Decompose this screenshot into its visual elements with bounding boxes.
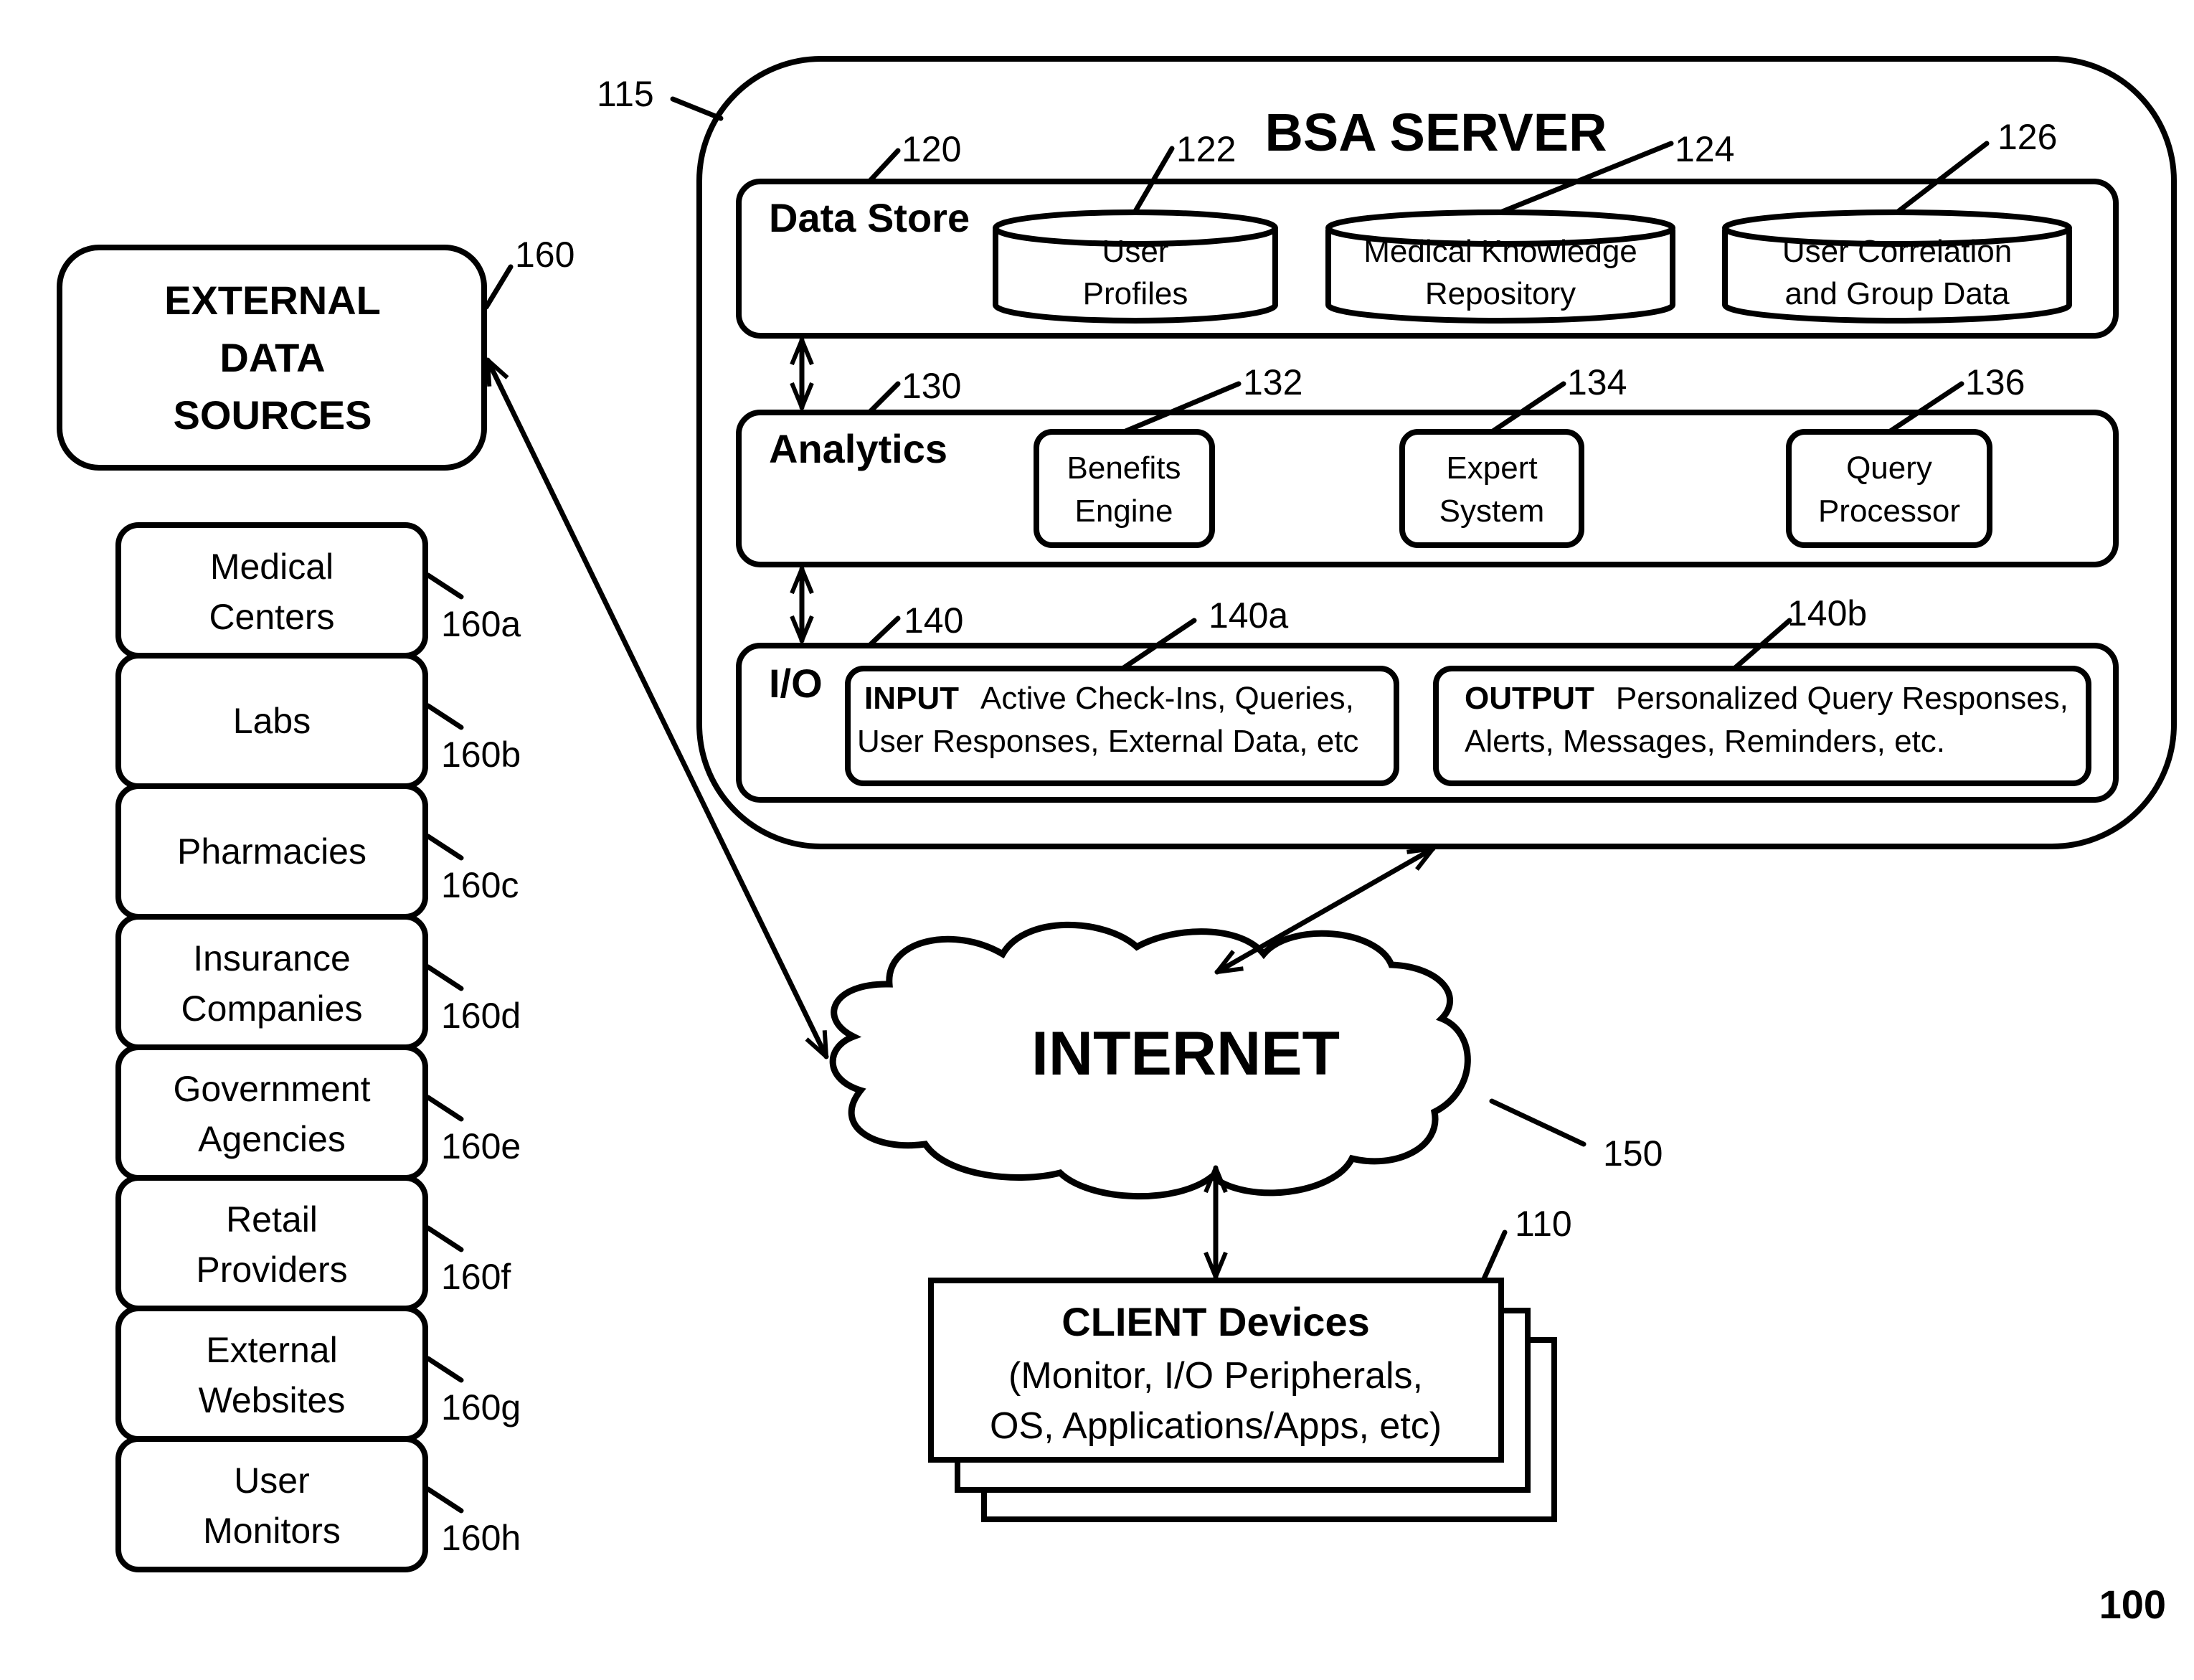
external-source-label-line2: Companies [181, 988, 363, 1029]
ref-134: 134 [1567, 362, 1627, 402]
database-label-line1: User Correlation [1782, 234, 2012, 269]
system-diagram: BSA SERVER 115 Data Store 120 User Profi… [57, 56, 2177, 1627]
client-devices-title: CLIENT Devices [1061, 1299, 1370, 1344]
external-source-label-line1: Medical [210, 547, 334, 587]
leader-line-160h [425, 1486, 464, 1514]
io-input-line2: User Responses, External Data, etc [857, 724, 1358, 759]
ref-115: 115 [597, 74, 654, 114]
external-source-label-line2: Centers [209, 597, 334, 637]
ref-160b: 160b [441, 735, 521, 775]
external-source-list: Medical Centers 160a Labs 160b Pharmacies 160c… [115, 522, 521, 1572]
leader-line-160b [425, 703, 464, 730]
external-source-item[interactable]: External Websites 160g [115, 1306, 521, 1442]
external-source-label: Pharmacies [177, 831, 367, 872]
external-source-item[interactable]: Labs 160b [115, 653, 521, 789]
ref-160g: 160g [441, 1387, 521, 1427]
leader-line-160 [483, 264, 514, 310]
ref-160f: 160f [441, 1257, 511, 1297]
database-label-line2: Profiles [1083, 276, 1188, 311]
database-label-line2: and Group Data [1784, 276, 2010, 311]
ref-126: 126 [1997, 117, 2057, 157]
ref-122: 122 [1176, 129, 1236, 169]
ref-130: 130 [902, 366, 961, 406]
analytics-label: Analytics [769, 426, 947, 471]
external-source-item[interactable]: Insurance Companies 160d [115, 914, 521, 1050]
leader-line-160f [425, 1225, 464, 1252]
ref-160d: 160d [441, 996, 521, 1036]
external-source-label-line2: Agencies [198, 1119, 346, 1159]
internet-cloud[interactable]: INTERNET 150 [829, 921, 1663, 1199]
external-source-label-line1: External [206, 1330, 337, 1370]
ref-160c: 160c [441, 865, 519, 905]
external-source-label-line2: Websites [199, 1380, 346, 1420]
external-source-item[interactable]: Medical Centers 160a [115, 522, 521, 659]
io-label: I/O [769, 661, 823, 706]
io-output-line2: Alerts, Messages, Reminders, etc. [1465, 724, 1945, 759]
external-source-item[interactable]: Government Agencies 160e [115, 1044, 521, 1181]
module-label-line1: Expert [1446, 450, 1537, 486]
leader-line-160g [425, 1356, 464, 1383]
client-devices-line1: (Monitor, I/O Peripherals, [1008, 1355, 1423, 1397]
client-devices[interactable]: CLIENT Devices (Monitor, I/O Peripherals… [928, 1204, 1572, 1522]
database-label-line1: User [1102, 234, 1169, 269]
ref-140a: 140a [1209, 595, 1288, 636]
external-source-label-line1: Retail [226, 1199, 318, 1240]
external-source-label-line1: Insurance [193, 938, 351, 978]
io-output-line1: OUTPUT Personalized Query Responses, [1465, 681, 2068, 716]
bsa-server[interactable]: BSA SERVER 115 Data Store 120 User Profi… [597, 56, 2177, 849]
leader-line-150 [1489, 1098, 1587, 1147]
external-title-line3: SOURCES [174, 392, 372, 438]
external-source-label-line1: Government [173, 1069, 370, 1109]
ref-136: 136 [1965, 362, 2025, 402]
module-label-line2: System [1439, 494, 1545, 529]
external-source-item[interactable]: Retail Providers 160f [115, 1175, 511, 1311]
figure-number: 100 [2099, 1582, 2166, 1627]
database-label-line2: Repository [1425, 276, 1576, 311]
ref-160h: 160h [441, 1518, 521, 1558]
io-input-line1: INPUT Active Check-Ins, Queries, [864, 681, 1354, 716]
ref-132: 132 [1243, 362, 1302, 402]
leader-line-110 [1480, 1230, 1508, 1283]
external-title-line2: DATA [219, 335, 325, 380]
external-title-line1: EXTERNAL [164, 278, 381, 323]
bsa-server-title: BSA SERVER [1264, 103, 1607, 162]
internet-label: INTERNET [1031, 1019, 1340, 1088]
ref-124: 124 [1675, 129, 1734, 169]
leader-line-160e [425, 1095, 464, 1122]
leader-line-115 [670, 96, 724, 121]
external-source-item[interactable]: User Monitors 160h [115, 1436, 521, 1572]
external-source-label-line2: Monitors [203, 1511, 341, 1551]
module-label-line1: Benefits [1067, 450, 1181, 486]
ref-110: 110 [1515, 1204, 1572, 1244]
ref-160e: 160e [441, 1126, 521, 1166]
leader-line-160c [425, 834, 464, 861]
data-store-label: Data Store [769, 195, 970, 240]
external-source-item[interactable]: Pharmacies 160c [115, 783, 519, 920]
ref-120: 120 [902, 129, 961, 169]
module-label-line2: Processor [1818, 494, 1960, 529]
external-source-label-line2: Providers [196, 1250, 347, 1290]
external-source-label: Labs [233, 701, 311, 741]
external-data-sources[interactable]: EXTERNAL DATA SOURCES 160 [57, 235, 574, 471]
ref-160: 160 [515, 235, 574, 275]
leader-line-160a [425, 572, 464, 600]
ref-140: 140 [904, 600, 963, 641]
client-devices-line2: OS, Applications/Apps, etc) [990, 1405, 1442, 1447]
database-label-line1: Medical Knowledge [1363, 234, 1637, 269]
external-source-label-line1: User [234, 1460, 310, 1501]
ref-140b: 140b [1787, 593, 1867, 633]
ref-160a: 160a [441, 604, 521, 644]
module-label-line1: Query [1846, 450, 1932, 486]
module-label-line2: Engine [1074, 494, 1173, 529]
leader-line-160d [425, 964, 464, 991]
ref-150: 150 [1603, 1133, 1663, 1174]
